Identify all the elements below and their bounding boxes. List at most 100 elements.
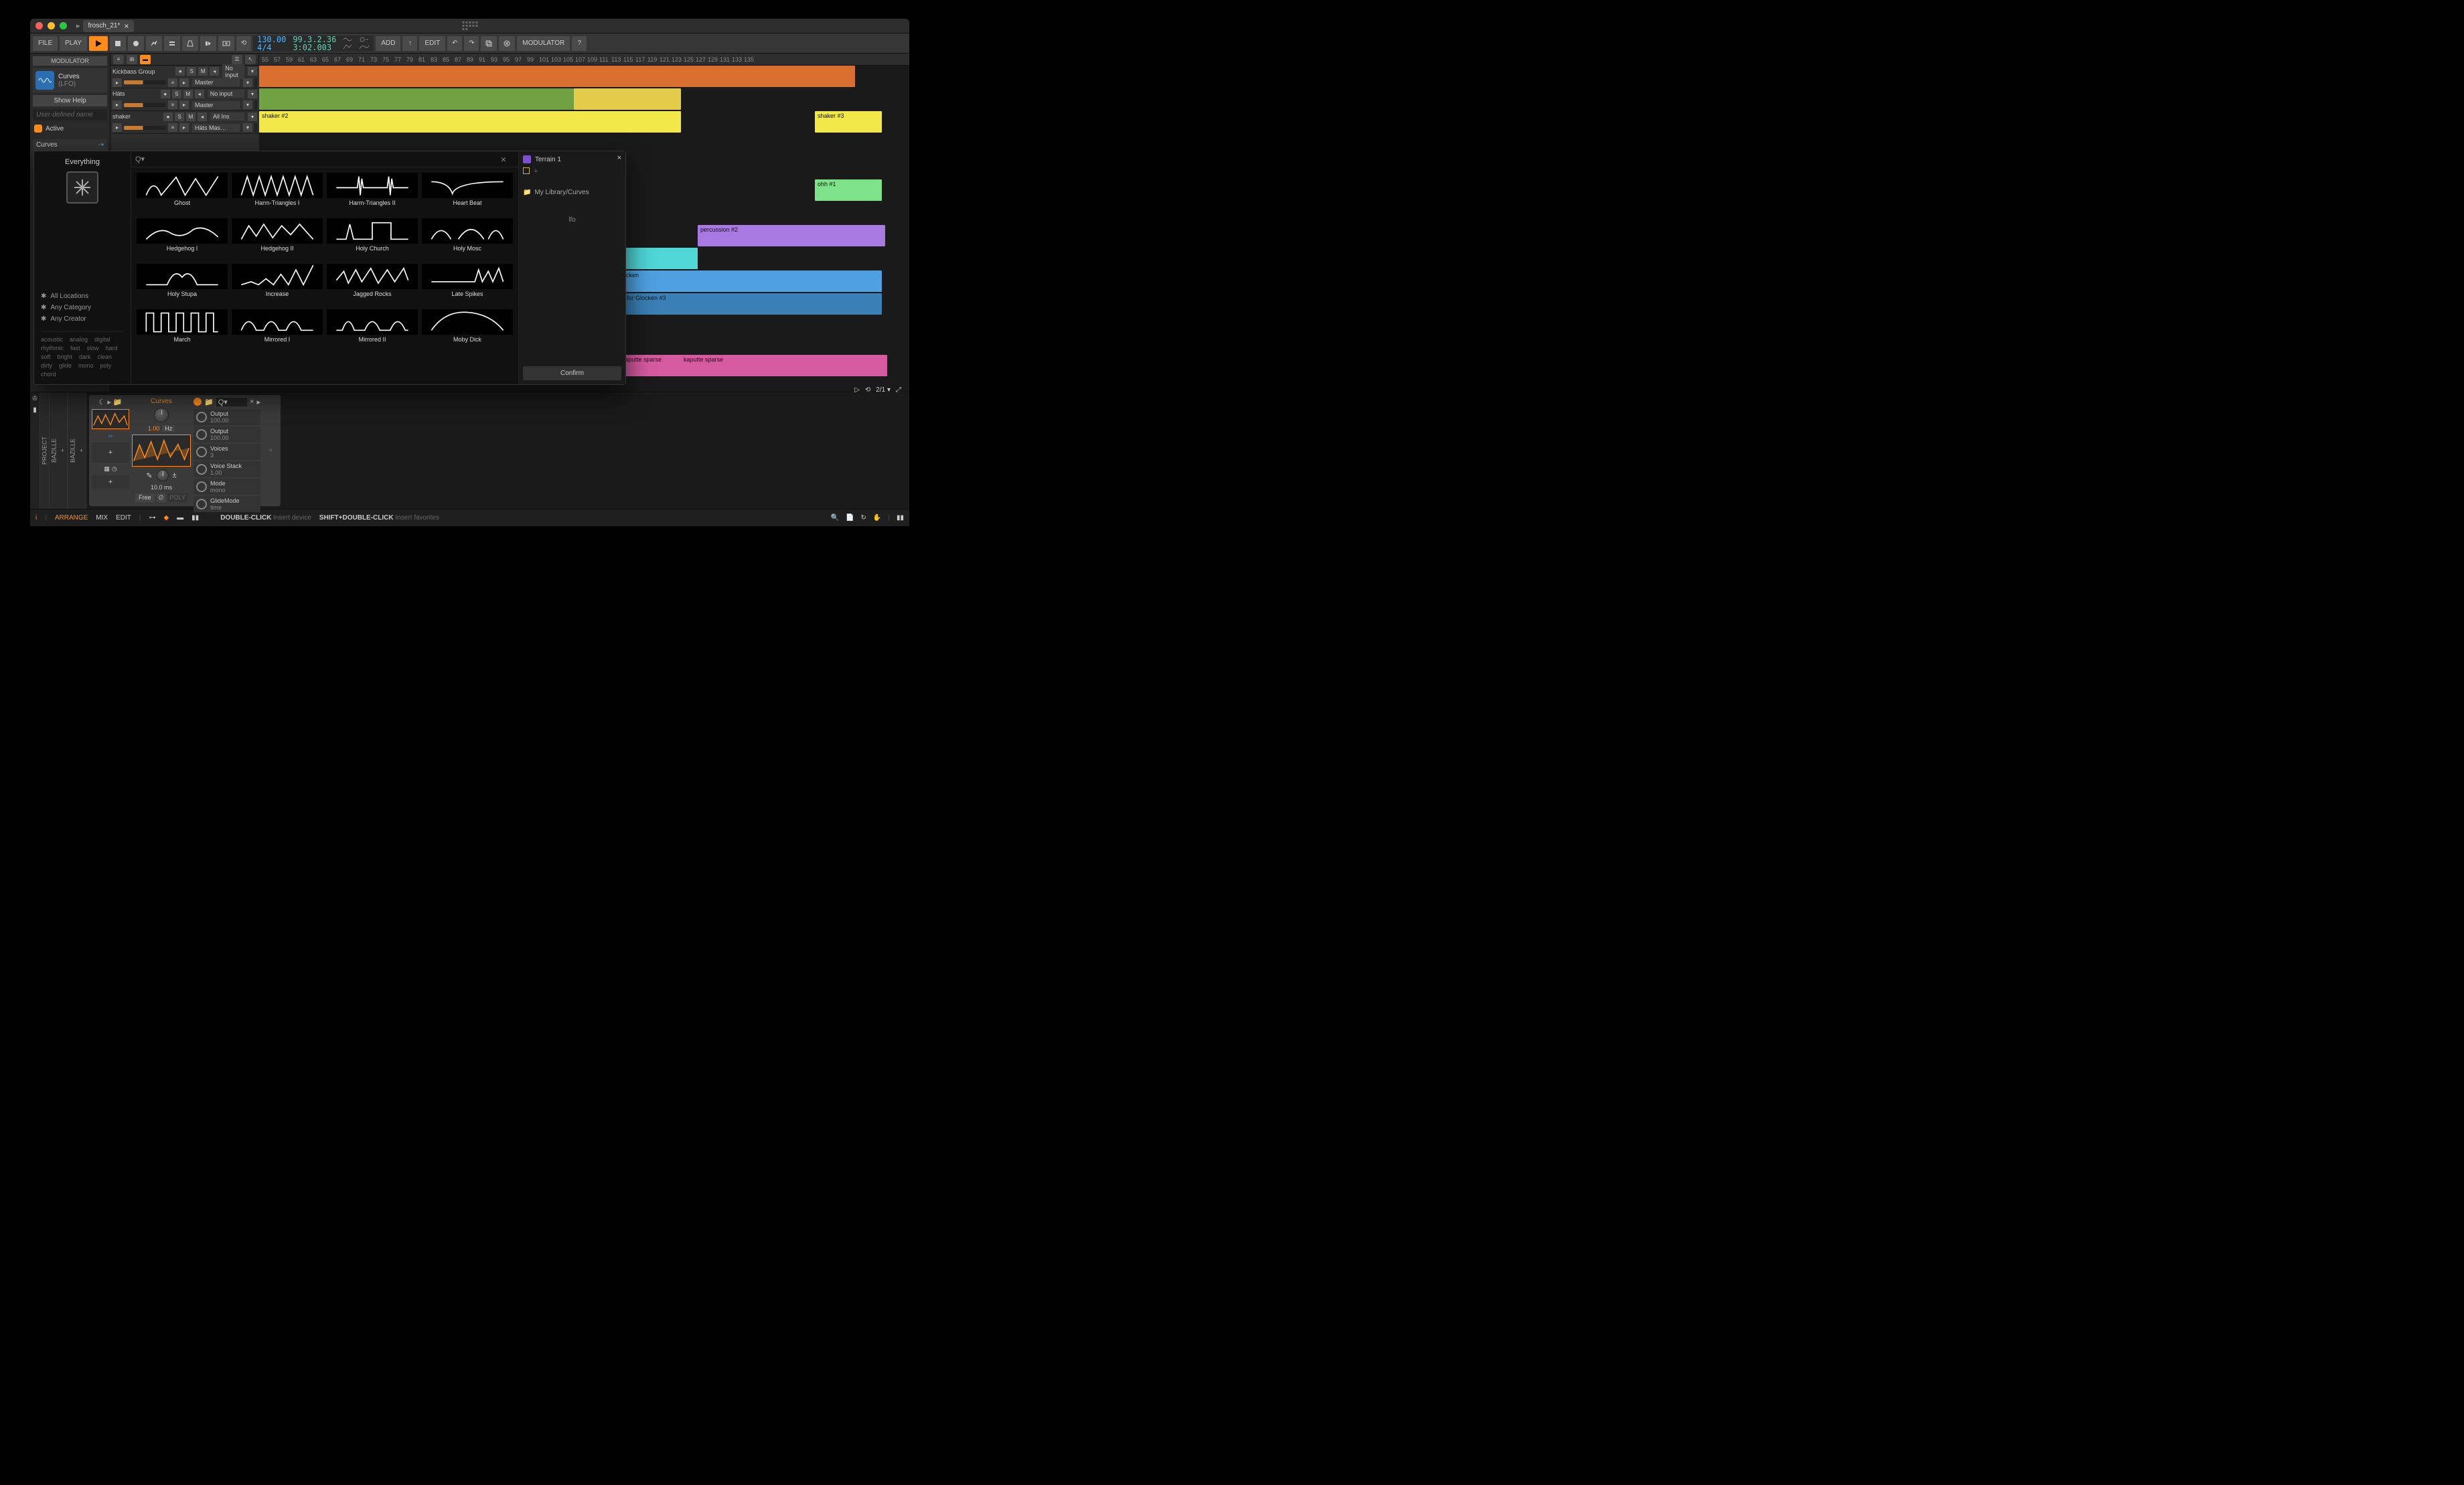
record-arm-button[interactable]: ● [163, 112, 173, 121]
browser-item[interactable]: Moby Dick [422, 309, 513, 351]
record-button[interactable] [128, 36, 144, 51]
output-dropdown[interactable]: Master [192, 78, 240, 86]
track-header[interactable]: Kickbass Group ● S M ◂ No input ▾ ▸ ≡ ▸ … [110, 66, 259, 88]
ruler-tick[interactable]: 91 [479, 56, 491, 63]
curves-selector[interactable]: Curves ⇢ [33, 139, 107, 151]
output-play-icon[interactable]: ▸ [179, 78, 189, 87]
pencil-icon[interactable]: ✎ [146, 471, 152, 480]
search-icon[interactable]: 🔍 [831, 514, 839, 522]
param-knob[interactable] [196, 499, 207, 510]
ruler-tick[interactable]: 57 [274, 56, 286, 63]
ruler-tick[interactable]: 71 [358, 56, 370, 63]
browser-close-button[interactable]: × [501, 154, 506, 165]
browser-item[interactable]: Harm-Triangles I [232, 173, 323, 214]
close-tab-icon[interactable]: × [124, 21, 129, 31]
clip[interactable] [574, 88, 681, 110]
chevron-down-icon[interactable]: ▾ [243, 100, 252, 109]
ruler-tick[interactable]: 115 [623, 56, 635, 63]
browser-item[interactable]: Heart Beat [422, 173, 513, 214]
smooth-knob[interactable] [157, 469, 169, 481]
tag-chip[interactable]: slow [87, 345, 99, 351]
add-tag-button[interactable]: + [534, 167, 538, 175]
browser-filter-row[interactable]: ✱Any Creator [41, 313, 124, 325]
ruler-tick[interactable]: 111 [599, 56, 611, 63]
ruler-tick[interactable]: 105 [563, 56, 575, 63]
preroll-button[interactable] [200, 36, 216, 51]
fx-icon[interactable]: ≡ [168, 100, 177, 109]
loop-button[interactable]: ⟲ [236, 36, 251, 51]
ruler-tick[interactable]: 103 [551, 56, 563, 63]
stop-button[interactable] [110, 36, 126, 51]
active-toggle[interactable]: Active [33, 123, 107, 134]
volume-slider[interactable] [124, 126, 166, 130]
redo-button[interactable]: ↷ [464, 36, 479, 51]
input-dropdown[interactable]: All Ins [210, 112, 244, 121]
ruler-tick[interactable]: 121 [660, 56, 672, 63]
browser-item[interactable]: Jagged Rocks [327, 264, 418, 305]
modulator-card[interactable]: Curves (LFO) [33, 68, 107, 92]
ruler-tick[interactable]: 125 [684, 56, 696, 63]
browser-item[interactable]: Holy Stupa [137, 264, 228, 305]
clip[interactable] [259, 88, 574, 110]
clip[interactable]: Glocken [614, 270, 882, 292]
param-knob[interactable] [196, 447, 207, 457]
ruler-tick[interactable]: 109 [587, 56, 599, 63]
automation-read-button[interactable] [164, 36, 180, 51]
ruler-tick[interactable]: 89 [467, 56, 479, 63]
arrange-tab[interactable]: ARRANGE [55, 514, 88, 522]
tag-chip[interactable]: hard [106, 345, 118, 351]
browser-filter-row[interactable]: ✱Any Category [41, 302, 124, 313]
browser-item[interactable]: March [137, 309, 228, 351]
folder-small-icon[interactable]: 📁 [204, 398, 214, 406]
device-chain-tab[interactable]: PROJECT [40, 392, 49, 509]
rate-knob[interactable] [154, 408, 169, 422]
mixer-icon[interactable]: ▮ [33, 406, 37, 414]
play-button[interactable] [89, 36, 108, 51]
repeat-icon[interactable] [359, 36, 370, 43]
browser-item[interactable]: Mirrored II [327, 309, 418, 351]
ruler-tick[interactable]: 69 [346, 56, 358, 63]
clip[interactable]: shaker #2 [259, 111, 681, 133]
clip[interactable]: SC for Glocken #3 [614, 293, 882, 315]
track-name[interactable]: Häts [112, 90, 125, 97]
output-play-icon[interactable]: ▸ [179, 123, 189, 132]
ruler-tick[interactable]: 127 [696, 56, 708, 63]
smooth-time-value[interactable]: 10.0 ms [151, 484, 172, 491]
delete-button[interactable] [499, 36, 515, 51]
tag-chip[interactable]: bright [58, 354, 73, 360]
play-from-icon[interactable]: ▷ [854, 386, 860, 394]
browser-item[interactable]: Hedgehog II [232, 218, 323, 260]
file-icon[interactable]: 📄 [846, 514, 854, 522]
rate-unit-dropdown[interactable]: Hz [162, 425, 175, 432]
ruler-tick[interactable]: 97 [515, 56, 527, 63]
ruler-tick[interactable]: 77 [394, 56, 406, 63]
mix-tab[interactable]: MIX [96, 514, 108, 522]
clip[interactable]: percussion #2 [698, 225, 885, 246]
show-help-button[interactable]: Show Help [33, 95, 107, 106]
device-chain-tab[interactable]: BAZILLE [68, 392, 77, 509]
input-monitor-icon[interactable]: ◂ [210, 67, 219, 76]
fx-icon[interactable]: ≡ [168, 123, 177, 132]
clip[interactable]: ohh #1 [815, 179, 882, 201]
clip[interactable]: shaker #3 [815, 111, 882, 133]
add-slot-button[interactable]: + [92, 443, 129, 463]
mute-button[interactable]: M [183, 90, 193, 98]
hand-icon[interactable]: ✋ [873, 514, 881, 522]
ruler-tick[interactable]: 79 [406, 56, 418, 63]
track-header[interactable]: Häts ● S M ◂ No input ▾ ▸ ≡ ▸ Master ▾ [110, 88, 259, 111]
file-menu-button[interactable]: FILE [33, 36, 58, 51]
timesig-value[interactable]: 4/4 [257, 44, 286, 52]
ruler-tick[interactable]: 61 [298, 56, 310, 63]
add-device-after-button[interactable]: + [263, 447, 278, 455]
tag-chip[interactable]: dark [79, 354, 91, 360]
position-bars[interactable]: 99.3.2.36 [293, 35, 336, 44]
add-chain-button[interactable]: + [77, 392, 86, 509]
metronome-button[interactable] [182, 36, 198, 51]
position-time[interactable]: 3:02.003 [293, 44, 336, 52]
ruler-tick[interactable]: 65 [322, 56, 334, 63]
ruler-tick[interactable]: 131 [720, 56, 732, 63]
link-out-icon[interactable]: ⇔ [107, 432, 114, 440]
sync-mode-dropdown[interactable]: Free [135, 493, 155, 502]
loop-icon[interactable]: ⟲ [865, 386, 870, 394]
search-small-icon[interactable]: Q▾ [216, 398, 247, 406]
